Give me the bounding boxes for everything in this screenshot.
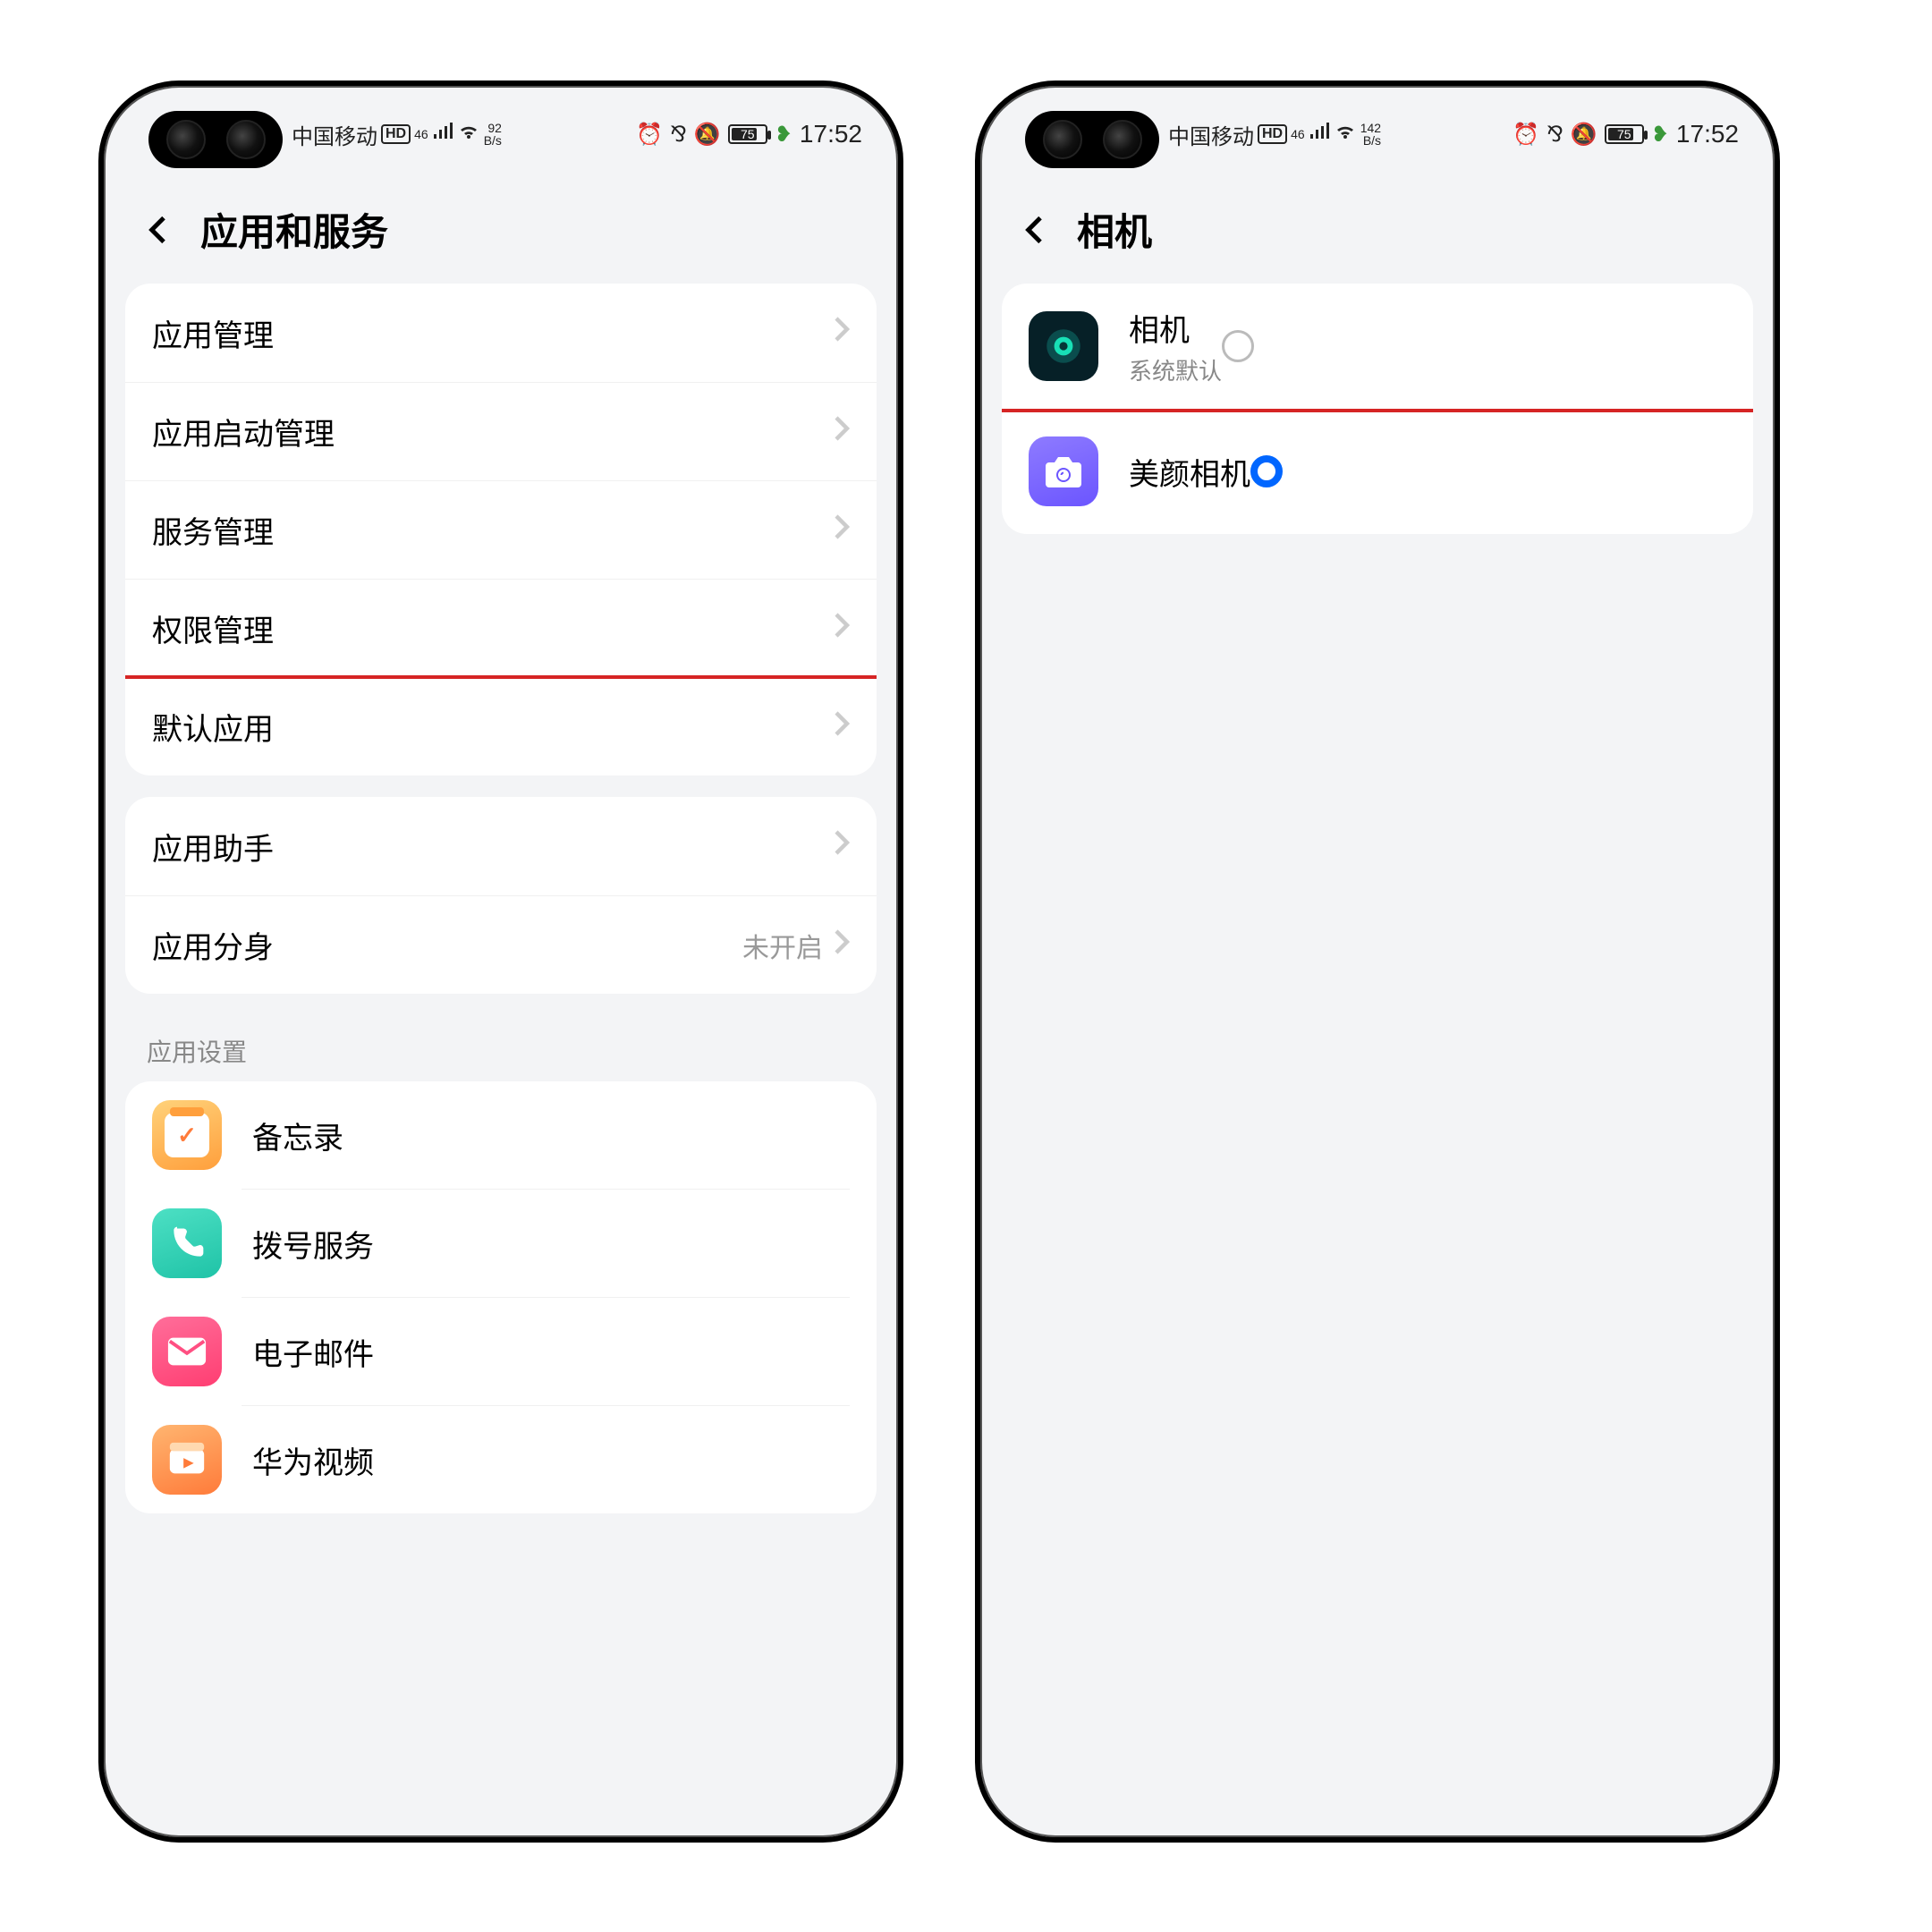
option-sublabel: 系统默认 [1129, 353, 1222, 386]
app-label: 华为视频 [252, 1438, 374, 1482]
email-icon [152, 1317, 222, 1386]
radio-checked-icon[interactable] [1250, 455, 1283, 487]
option-system-camera[interactable]: 相机 系统默认 [1002, 284, 1753, 409]
side-button [900, 417, 903, 551]
app-row-memo[interactable]: 备忘录 [125, 1081, 877, 1189]
page-title: 相机 [1077, 202, 1152, 257]
chevron-right-icon [834, 710, 850, 744]
back-button[interactable] [1016, 210, 1055, 250]
option-beauty-camera[interactable]: 美颜相机 [1002, 409, 1753, 534]
chevron-right-icon [834, 316, 850, 350]
row-app-management[interactable]: 应用管理 [125, 284, 877, 382]
row-permission-management[interactable]: 权限管理 [125, 579, 877, 677]
page-title: 应用和服务 [200, 202, 388, 257]
row-label: 服务管理 [152, 508, 274, 552]
settings-group-2: 应用助手 应用分身 未开启 [125, 797, 877, 994]
memo-icon [152, 1100, 222, 1170]
beauty-camera-icon [1029, 436, 1098, 506]
settings-group-1: 应用管理 应用启动管理 服务管理 权限管理 默认应用 [125, 284, 877, 775]
app-label: 拨号服务 [252, 1222, 374, 1266]
chevron-right-icon [834, 513, 850, 547]
row-app-twin[interactable]: 应用分身 未开启 [125, 895, 877, 994]
row-default-apps[interactable]: 默认应用 [125, 677, 877, 775]
chevron-right-icon [834, 612, 850, 646]
row-app-assistant[interactable]: 应用助手 [125, 797, 877, 895]
chevron-right-icon [834, 928, 850, 962]
app-row-email[interactable]: 电子邮件 [125, 1298, 877, 1405]
phone-right: 中国移动 HD 46 142 B/s ⏰ ⅋ 🔕 75 ❥ 17:52 [975, 80, 1780, 1843]
app-row-huawei-video[interactable]: 华为视频 [125, 1406, 877, 1513]
row-label: 权限管理 [152, 606, 274, 650]
screen-apps-services: 应用和服务 应用管理 应用启动管理 服务管理 权限管理 [104, 86, 898, 1837]
dialer-icon [152, 1208, 222, 1278]
app-label: 电子邮件 [252, 1330, 374, 1374]
video-icon [152, 1425, 222, 1495]
side-button [1776, 587, 1780, 819]
titlebar: 应用和服务 [104, 184, 898, 284]
row-label: 应用助手 [152, 825, 274, 869]
row-label: 应用启动管理 [152, 410, 335, 453]
camera-options-group: 相机 系统默认 美颜相机 [1002, 284, 1753, 534]
titlebar: 相机 [980, 184, 1775, 284]
side-button [1776, 417, 1780, 551]
app-settings-group: 备忘录 拨号服务 电子邮件 [125, 1081, 877, 1513]
row-app-launch-management[interactable]: 应用启动管理 [125, 382, 877, 480]
side-button [900, 587, 903, 819]
row-label: 默认应用 [152, 705, 274, 749]
section-header: 应用设置 [104, 1015, 898, 1081]
row-value: 未开启 [742, 926, 823, 965]
app-label: 备忘录 [252, 1114, 343, 1157]
option-label: 相机 [1129, 306, 1222, 350]
chevron-right-icon [834, 415, 850, 449]
row-label: 应用分身 [152, 923, 274, 967]
radio-unchecked-icon[interactable] [1222, 330, 1254, 362]
phone-left: 中国移动 HD 46 92 B/s ⏰ ⅋ 🔕 75 ❥ 17:52 [98, 80, 903, 1843]
screen-default-camera: 相机 相机 系统默认 美颜相机 [980, 86, 1775, 1837]
system-camera-icon [1029, 311, 1098, 381]
row-service-management[interactable]: 服务管理 [125, 480, 877, 579]
app-row-dialer[interactable]: 拨号服务 [125, 1190, 877, 1297]
back-button[interactable] [140, 210, 179, 250]
option-label: 美颜相机 [1129, 450, 1250, 494]
row-label: 应用管理 [152, 311, 274, 355]
chevron-right-icon [834, 829, 850, 863]
